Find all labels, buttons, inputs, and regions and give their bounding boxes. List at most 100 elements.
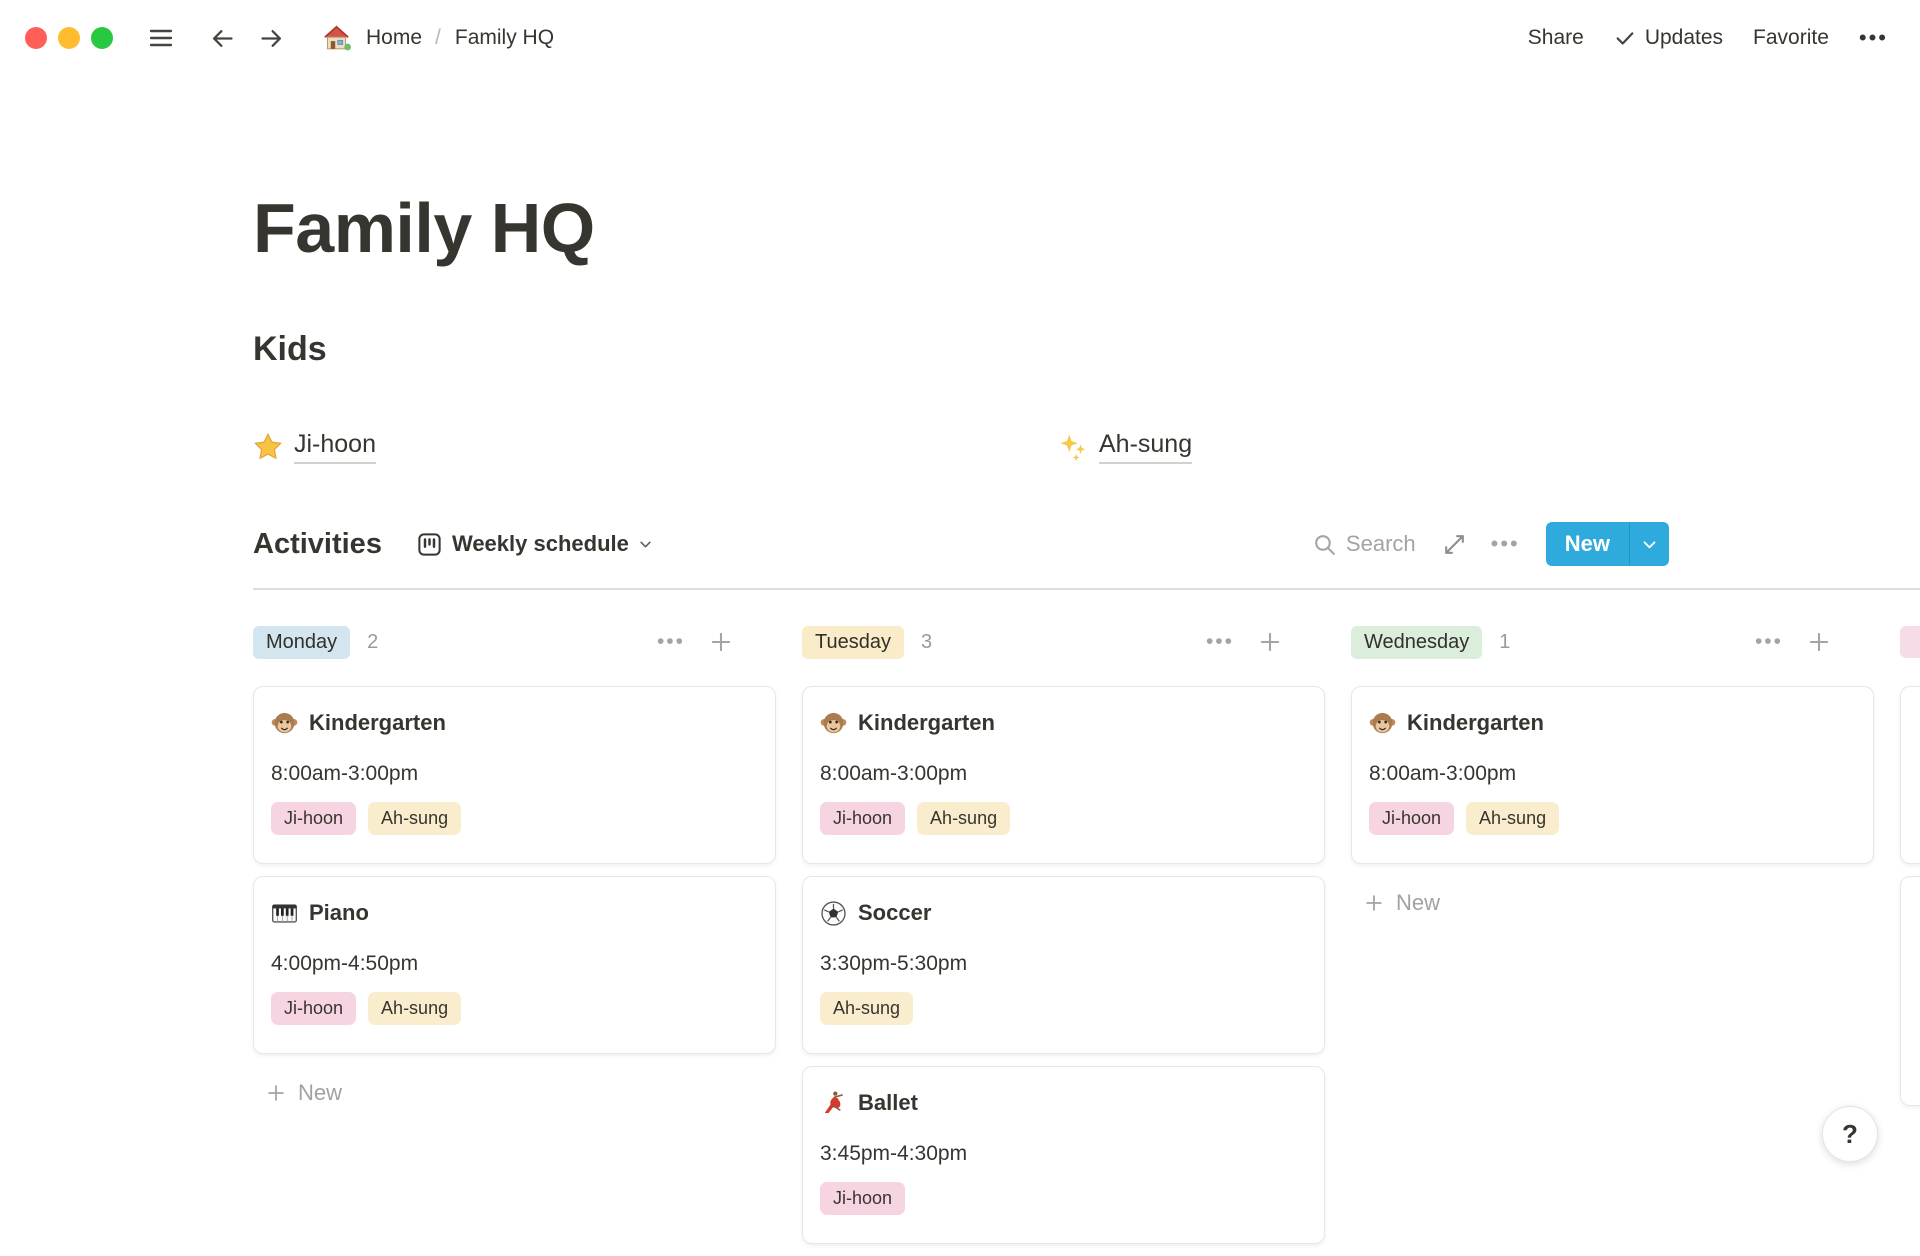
piano-icon [271,900,298,927]
updates-label: Updates [1645,26,1723,50]
tag-ah-sung: Ah-sung [368,802,461,835]
kid-page-link-ah-sung[interactable]: Ah-sung [1058,430,1192,464]
page-title: Family HQ [253,188,595,268]
column-badge[interactable]: Wednesday [1351,626,1482,659]
column-badge[interactable] [1900,626,1920,658]
board-column-tuesday: Tuesday 3 ••• Kindergarten 8:00am-3:00pm [802,620,1325,1256]
traffic-lights [25,27,113,49]
monkey-icon [1369,710,1396,737]
card-kindergarten[interactable]: Kindergarten 8:00am-3:00pm Ji-hoon Ah-su… [253,686,776,864]
card-time: 3:30pm-5:30pm [820,950,1307,978]
column-header: Tuesday 3 ••• [802,620,1325,664]
new-entry-label[interactable]: New [1546,522,1629,566]
question-mark-icon: ? [1842,1119,1858,1150]
tag-ah-sung: Ah-sung [1466,802,1559,835]
check-icon [1614,27,1636,49]
close-button[interactable] [25,27,47,49]
monkey-icon [820,710,847,737]
sparkles-icon [1058,432,1088,462]
chevron-down-icon [638,537,653,552]
card-title: Soccer [858,900,931,926]
card-kindergarten[interactable]: Kindergarten 8:00am-3:00pm Ji-hoon Ah-su… [802,686,1325,864]
activities-heading: Activities [253,528,382,561]
board-divider [253,588,1920,590]
new-card-label: New [1396,890,1440,916]
column-header [1900,620,1920,664]
expand-icon[interactable] [1442,532,1467,557]
tag-ji-hoon: Ji-hoon [271,992,356,1025]
column-count: 2 [367,631,378,654]
forward-arrow-icon[interactable] [258,25,285,52]
activities-header-row: Activities Weekly schedule Search ••• Ne… [253,520,1669,568]
plus-icon [265,1082,287,1104]
kid-link-label: Ah-sung [1099,430,1192,464]
tag-ji-hoon: Ji-hoon [1369,802,1454,835]
favorite-button[interactable]: Favorite [1753,26,1829,50]
card-kindergarten[interactable]: Kindergarten 8:00am-3:00pm Ji-hoon Ah-su… [1351,686,1874,864]
new-card-button[interactable]: New [1351,890,1874,916]
tag-ji-hoon: Ji-hoon [820,1182,905,1215]
tag-ji-hoon: Ji-hoon [820,802,905,835]
window-top-bar: Home / Family HQ Share Updates Favorite … [0,0,1920,76]
column-badge[interactable]: Tuesday [802,626,904,659]
column-badge[interactable]: Monday [253,626,350,659]
board-column-partial [1900,620,1920,1118]
card-partial[interactable] [1900,686,1920,864]
view-selector[interactable]: Weekly schedule [416,531,653,558]
tag-ah-sung: Ah-sung [917,802,1010,835]
column-count: 1 [1499,631,1510,654]
card-title: Kindergarten [1407,710,1544,736]
column-header: Monday 2 ••• [253,620,776,664]
search-button[interactable]: Search [1312,531,1416,557]
star-icon [253,432,283,462]
zoom-button[interactable] [91,27,113,49]
card-partial[interactable] [1900,876,1920,1106]
more-options-button[interactable]: ••• [1859,25,1888,51]
new-card-button[interactable]: New [253,1080,776,1106]
column-add-button[interactable] [1806,629,1832,655]
kids-heading: Kids [253,330,327,369]
card-title: Piano [309,900,369,926]
tag-ah-sung: Ah-sung [368,992,461,1025]
card-soccer[interactable]: Soccer 3:30pm-5:30pm Ah-sung [802,876,1325,1054]
card-title: Kindergarten [309,710,446,736]
column-more-button[interactable]: ••• [1206,630,1234,654]
view-more-options-button[interactable]: ••• [1491,531,1520,557]
card-time: 8:00am-3:00pm [820,760,1307,788]
breadcrumb-separator: / [435,26,441,50]
search-icon [1312,532,1337,557]
column-add-button[interactable] [708,629,734,655]
card-time: 8:00am-3:00pm [271,760,758,788]
card-piano[interactable]: Piano 4:00pm-4:50pm Ji-hoon Ah-sung [253,876,776,1054]
soccer-ball-icon [820,900,847,927]
monkey-icon [271,710,298,737]
back-arrow-icon[interactable] [209,25,236,52]
column-count: 3 [921,631,932,654]
card-time: 4:00pm-4:50pm [271,950,758,978]
card-title: Ballet [858,1090,918,1116]
column-more-button[interactable]: ••• [657,630,685,654]
sidebar-menu-icon[interactable] [147,24,175,52]
breadcrumb-home[interactable]: Home [366,26,422,50]
kid-page-link-ji-hoon[interactable]: Ji-hoon [253,430,376,464]
new-entry-dropdown-button[interactable] [1629,522,1669,566]
help-button[interactable]: ? [1822,1106,1878,1162]
column-header: Wednesday 1 ••• [1351,620,1874,664]
card-title: Kindergarten [858,710,995,736]
card-ballet[interactable]: Ballet 3:45pm-4:30pm Ji-hoon [802,1066,1325,1244]
new-entry-button[interactable]: New [1546,522,1669,566]
column-more-button[interactable]: ••• [1755,630,1783,654]
topbar-actions: Share Updates Favorite ••• [1528,25,1888,51]
column-add-button[interactable] [1257,629,1283,655]
breadcrumb-current-page: Family HQ [455,26,554,50]
updates-button[interactable]: Updates [1614,26,1723,50]
board-column-wednesday: Wednesday 1 ••• Kindergarten 8:00am-3:00… [1351,620,1874,916]
house-icon [321,23,352,54]
minimize-button[interactable] [58,27,80,49]
board-view-icon [416,531,443,558]
new-card-label: New [298,1080,342,1106]
card-time: 3:45pm-4:30pm [820,1140,1307,1168]
tag-ji-hoon: Ji-hoon [271,802,356,835]
share-button[interactable]: Share [1528,26,1584,50]
kid-link-label: Ji-hoon [294,430,376,464]
